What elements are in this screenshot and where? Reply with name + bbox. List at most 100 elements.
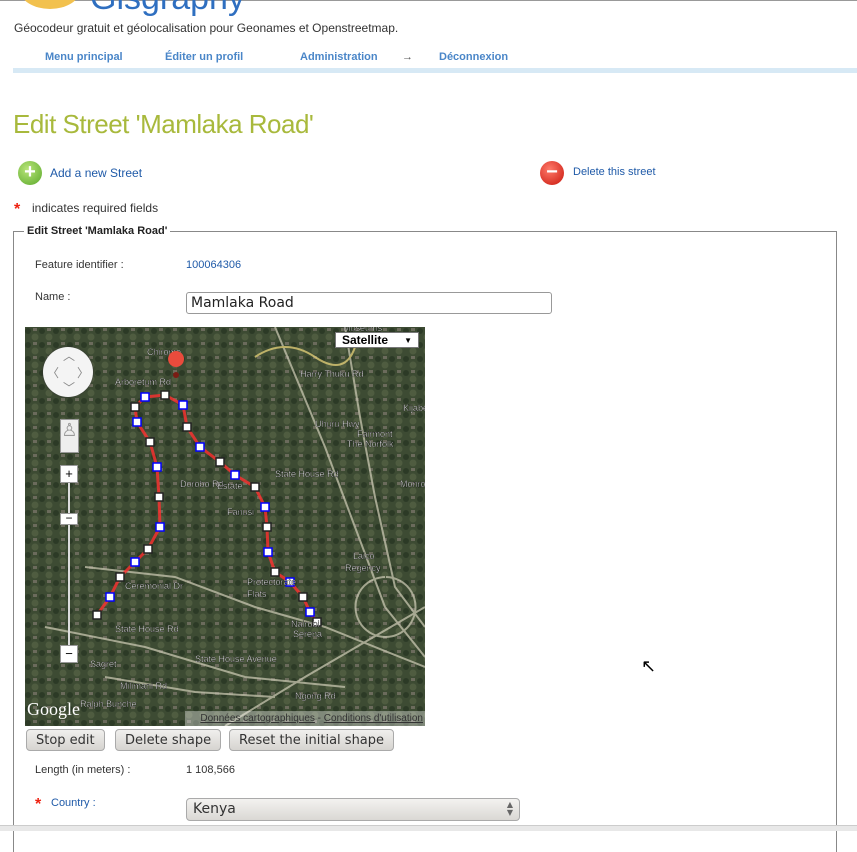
delete-icon[interactable]: −: [540, 161, 564, 185]
stop-edit-button[interactable]: Stop edit: [26, 729, 105, 751]
feature-id-label: Feature identifier :: [35, 259, 124, 271]
map-type-select[interactable]: Satellite ▼: [335, 332, 419, 348]
country-label: Country :: [51, 797, 96, 809]
nav-deconnexion[interactable]: Déconnexion: [439, 51, 508, 63]
map-label: The Norfolk: [347, 439, 394, 449]
map-label: Kijabe: [403, 403, 425, 413]
map-label: Regency: [345, 563, 381, 573]
map-label: Ralph Bunche: [80, 699, 137, 709]
map-type-label: Satellite: [342, 333, 389, 347]
vertex-handle[interactable]: [250, 482, 260, 492]
vertex-handle[interactable]: [105, 592, 115, 602]
vertex-handle[interactable]: [262, 522, 272, 532]
pegman-icon[interactable]: ♙: [60, 419, 79, 453]
delete-street-link[interactable]: Delete this street: [573, 166, 656, 178]
vertex-handle[interactable]: [182, 422, 192, 432]
nav-editer-profil[interactable]: Éditer un profil: [165, 51, 243, 63]
map-label: Fairmont: [357, 429, 393, 439]
map-label: Milimani Rd: [120, 681, 167, 691]
map-label: Estate: [217, 481, 243, 491]
vertex-handle[interactable]: [154, 492, 164, 502]
map-label: Monrovia: [400, 479, 425, 489]
map-label: Arboretum Rd: [115, 377, 171, 387]
zoom-out-button[interactable]: −: [60, 645, 78, 663]
google-logo: Google: [27, 699, 80, 719]
vertex-handle[interactable]: [130, 557, 140, 567]
vertex-handle[interactable]: [115, 572, 125, 582]
map-label: Flats: [247, 589, 267, 599]
chevron-down-icon: ▼: [404, 336, 412, 345]
horizontal-scrollbar[interactable]: [0, 825, 857, 831]
length-label: Length (in meters) :: [35, 764, 131, 776]
map-label: Ngong Rd: [295, 691, 336, 701]
pan-left-icon[interactable]: 〈: [47, 364, 59, 381]
map-label: Nairobi: [291, 619, 320, 629]
map-label: Laico: [353, 551, 375, 561]
nav-menu-principal[interactable]: Menu principal: [45, 51, 123, 63]
vertex-handle[interactable]: [270, 567, 280, 577]
logo[interactable]: Gisgraphy: [90, 0, 245, 18]
map-label: Sagret: [90, 659, 117, 669]
zoom-in-button[interactable]: +: [60, 465, 78, 483]
delete-shape-button[interactable]: Delete shape: [115, 729, 222, 751]
pan-down-icon[interactable]: ﹀: [63, 379, 75, 396]
vertex-handle[interactable]: [178, 400, 188, 410]
add-icon[interactable]: +: [18, 161, 42, 185]
map-label: Ceremonial Dr: [125, 581, 183, 591]
pan-control[interactable]: ︿ ﹀ 〈 〉: [43, 347, 93, 397]
length-value: 1 108,566: [186, 764, 235, 776]
required-star-icon: *: [14, 201, 21, 218]
vertex-handle[interactable]: [130, 402, 140, 412]
vertex-handle[interactable]: [195, 442, 205, 452]
required-star-icon: *: [35, 796, 42, 813]
tagline: Géocodeur gratuit et géolocalisation pou…: [14, 21, 399, 35]
vertex-handle[interactable]: [143, 544, 153, 554]
map-label: State House Rd: [275, 469, 339, 479]
map-label: Protectorate: [247, 577, 296, 587]
required-note: indicates required fields: [32, 201, 159, 215]
vertex-handle[interactable]: [132, 417, 142, 427]
nav-underline: [13, 68, 857, 73]
reset-shape-button[interactable]: Reset the initial shape: [229, 729, 395, 751]
vertex-handle[interactable]: [298, 592, 308, 602]
vertex-handle[interactable]: [160, 390, 170, 400]
fieldset-legend: Edit Street 'Mamlaka Road': [24, 225, 171, 237]
add-street-link[interactable]: Add a new Street: [50, 166, 142, 180]
map-label: Harry Thuku Rd: [300, 369, 363, 379]
vertex-handle[interactable]: [92, 610, 102, 620]
zoom-slider-handle[interactable]: −: [60, 512, 78, 525]
name-label: Name :: [35, 291, 71, 303]
vertex-handle[interactable]: [152, 462, 162, 472]
map-label: Serena: [293, 629, 322, 639]
map-label: Fanusi: [227, 507, 254, 517]
zoom-slider-track[interactable]: [68, 472, 70, 654]
page-title: Edit Street 'Mamlaka Road': [13, 109, 314, 139]
vertex-handle[interactable]: [230, 470, 240, 480]
select-arrows-icon: ▲ ▼: [506, 800, 513, 817]
name-input[interactable]: [186, 292, 552, 314]
map-label: State House Avenue: [195, 654, 277, 664]
map-attribution: Données cartographiques - Conditions d'u…: [185, 711, 425, 726]
logo-sun-icon: [20, 0, 80, 9]
map-label: Uhuru Hwy: [315, 419, 360, 429]
feature-id-value: 100064306: [186, 259, 242, 271]
nav-arrow: →: [402, 51, 413, 63]
vertex-handle[interactable]: [260, 502, 270, 512]
attr-sep: -: [314, 713, 324, 724]
terms-link[interactable]: Conditions d'utilisation: [324, 713, 423, 724]
map-label: State House Rd: [115, 624, 179, 634]
vertex-handle[interactable]: [215, 457, 225, 467]
vertex-handle[interactable]: [140, 392, 150, 402]
mouse-cursor-icon: ↖: [641, 656, 657, 676]
country-select[interactable]: Kenya ▲ ▼: [186, 798, 520, 821]
vertex-handle[interactable]: [155, 522, 165, 532]
map[interactable]: Chiromo Arboretum Rd Dorobo Rd Estate Fanusi…: [25, 327, 425, 726]
nav-administration[interactable]: Administration: [300, 51, 378, 63]
vertex-handle[interactable]: [305, 607, 315, 617]
pan-up-icon[interactable]: ︿: [63, 347, 75, 364]
map-data-link[interactable]: Données cartographiques: [200, 713, 315, 724]
pan-right-icon[interactable]: 〉: [77, 364, 89, 381]
country-value: Kenya: [193, 801, 236, 817]
vertex-handle[interactable]: [145, 437, 155, 447]
vertex-handle[interactable]: [263, 547, 273, 557]
